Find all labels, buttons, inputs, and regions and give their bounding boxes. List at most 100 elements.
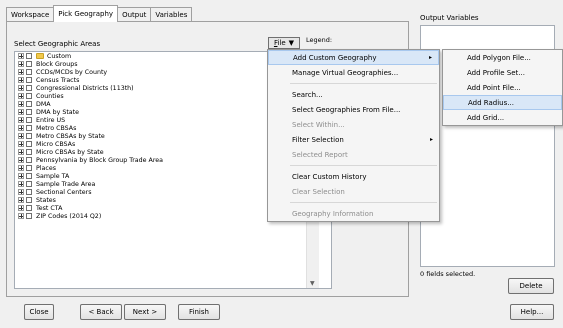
menu-item-label: Add Point File...	[467, 83, 521, 92]
add-custom-geography-submenu: Add Polygon File... Add Profile Set... Add…	[442, 49, 563, 126]
menu-item-filter-selection[interactable]: Filter Selection ▸	[268, 132, 439, 147]
output-variables-label: Output Variables	[420, 14, 479, 22]
menu-item-add-polygon-file[interactable]: Add Polygon File...	[443, 50, 562, 65]
menu-item-label: Filter Selection	[292, 135, 344, 144]
checkbox[interactable]	[26, 213, 32, 219]
tab-output[interactable]: Output	[117, 7, 152, 22]
expand-icon[interactable]	[18, 93, 24, 99]
checkbox[interactable]	[26, 117, 32, 123]
checkbox[interactable]	[26, 101, 32, 107]
expand-icon[interactable]	[18, 109, 24, 115]
menu-item-label: Clear Selection	[292, 187, 345, 196]
expand-icon[interactable]	[18, 117, 24, 123]
menu-item-add-profile-set[interactable]: Add Profile Set...	[443, 65, 562, 80]
checkbox[interactable]	[26, 93, 32, 99]
checkbox[interactable]	[26, 77, 32, 83]
expand-icon[interactable]	[18, 173, 24, 179]
menu-item-select-geographies-from-file[interactable]: Select Geographies From File...	[268, 102, 439, 117]
menu-item-clear-selection: Clear Selection	[268, 184, 439, 199]
menu-item-label: Select Geographies From File...	[292, 105, 401, 114]
expand-icon[interactable]	[18, 77, 24, 83]
checkbox[interactable]	[26, 181, 32, 187]
expand-icon[interactable]	[18, 189, 24, 195]
submenu-arrow-icon: ▸	[428, 54, 432, 61]
menu-separator	[290, 202, 437, 203]
checkbox[interactable]	[26, 85, 32, 91]
tree-item-label: Sample TA	[36, 172, 70, 180]
expand-icon[interactable]	[18, 181, 24, 187]
checkbox[interactable]	[26, 133, 32, 139]
expand-icon[interactable]	[18, 85, 24, 91]
folder-icon	[36, 53, 44, 59]
legend-label: Legend:	[306, 36, 333, 44]
checkbox[interactable]	[26, 197, 32, 203]
checkbox[interactable]	[26, 173, 32, 179]
expand-icon[interactable]	[18, 157, 24, 163]
checkbox[interactable]	[26, 69, 32, 75]
expand-icon[interactable]	[18, 133, 24, 139]
checkbox[interactable]	[26, 205, 32, 211]
tab-pick-geography[interactable]: Pick Geography	[53, 5, 119, 22]
expand-icon[interactable]	[18, 69, 24, 75]
submenu-arrow-icon: ▸	[429, 136, 433, 143]
expand-icon[interactable]	[18, 53, 24, 59]
tree-item-label: Entire US	[36, 116, 66, 124]
tree-item-label: Block Groups	[36, 60, 78, 68]
tree-item-label: Census Tracts	[36, 76, 80, 84]
menu-item-add-grid[interactable]: Add Grid...	[443, 110, 562, 125]
menu-item-add-custom-geography[interactable]: Add Custom Geography ▸	[268, 50, 439, 65]
menu-item-geography-information: Geography Information	[268, 206, 439, 221]
checkbox[interactable]	[26, 189, 32, 195]
menu-item-add-point-file[interactable]: Add Point File...	[443, 80, 562, 95]
menu-item-selected-report: Selected Report	[268, 147, 439, 162]
menu-separator	[290, 83, 437, 84]
expand-icon[interactable]	[18, 141, 24, 147]
menu-item-add-radius[interactable]: Add Radius...	[443, 95, 562, 110]
checkbox[interactable]	[26, 141, 32, 147]
checkbox[interactable]	[26, 53, 32, 59]
expand-icon[interactable]	[18, 101, 24, 107]
menu-item-manage-virtual-geographies[interactable]: Manage Virtual Geographies...	[268, 65, 439, 80]
checkbox[interactable]	[26, 109, 32, 115]
expand-icon[interactable]	[18, 213, 24, 219]
menu-item-label: Geography Information	[292, 209, 374, 218]
expand-icon[interactable]	[18, 197, 24, 203]
delete-button[interactable]: Delete	[508, 278, 554, 294]
tree-item-label: Micro CBSAs	[36, 140, 76, 148]
expand-icon[interactable]	[18, 125, 24, 131]
tree-item-label: Metro CBSAs by State	[36, 132, 105, 140]
menu-item-clear-custom-history[interactable]: Clear Custom History	[268, 169, 439, 184]
select-geographic-areas-label: Select Geographic Areas	[14, 40, 101, 48]
close-button[interactable]: Close	[24, 304, 54, 320]
checkbox[interactable]	[26, 149, 32, 155]
dropdown-arrow-icon: ▼	[288, 39, 295, 47]
tab-workspace[interactable]: Workspace	[6, 7, 55, 22]
checkbox[interactable]	[26, 165, 32, 171]
next-button[interactable]: Next >	[124, 304, 166, 320]
tree-item-label: DMA by State	[36, 108, 79, 116]
scroll-down-arrow-icon[interactable]: ▼	[310, 280, 315, 287]
menu-item-label: Add Radius...	[468, 98, 514, 107]
tree-item-label: Counties	[36, 92, 64, 100]
file-button-label: ile	[277, 39, 286, 47]
menu-item-search[interactable]: Search...	[268, 87, 439, 102]
checkbox[interactable]	[26, 125, 32, 131]
tree-item-label: Congressional Districts (113th)	[36, 84, 134, 92]
back-button[interactable]: < Back	[80, 304, 122, 320]
finish-button[interactable]: Finish	[178, 304, 220, 320]
tree-item-label: Metro CBSAs	[36, 124, 77, 132]
checkbox[interactable]	[26, 61, 32, 67]
file-menu-button[interactable]: File ▼	[268, 37, 300, 49]
menu-item-label: Clear Custom History	[292, 172, 367, 181]
tree-item-label: ZIP Codes (2014 Q2)	[36, 212, 102, 220]
menu-item-label: Add Custom Geography	[293, 53, 377, 62]
help-button[interactable]: Help...	[510, 304, 554, 320]
checkbox[interactable]	[26, 157, 32, 163]
expand-icon[interactable]	[18, 149, 24, 155]
expand-icon[interactable]	[18, 61, 24, 67]
menu-item-label: Add Grid...	[467, 113, 505, 122]
tab-variables[interactable]: Variables	[150, 7, 193, 22]
expand-icon[interactable]	[18, 165, 24, 171]
fields-selected-count: 0 fields selected.	[420, 270, 476, 278]
expand-icon[interactable]	[18, 205, 24, 211]
